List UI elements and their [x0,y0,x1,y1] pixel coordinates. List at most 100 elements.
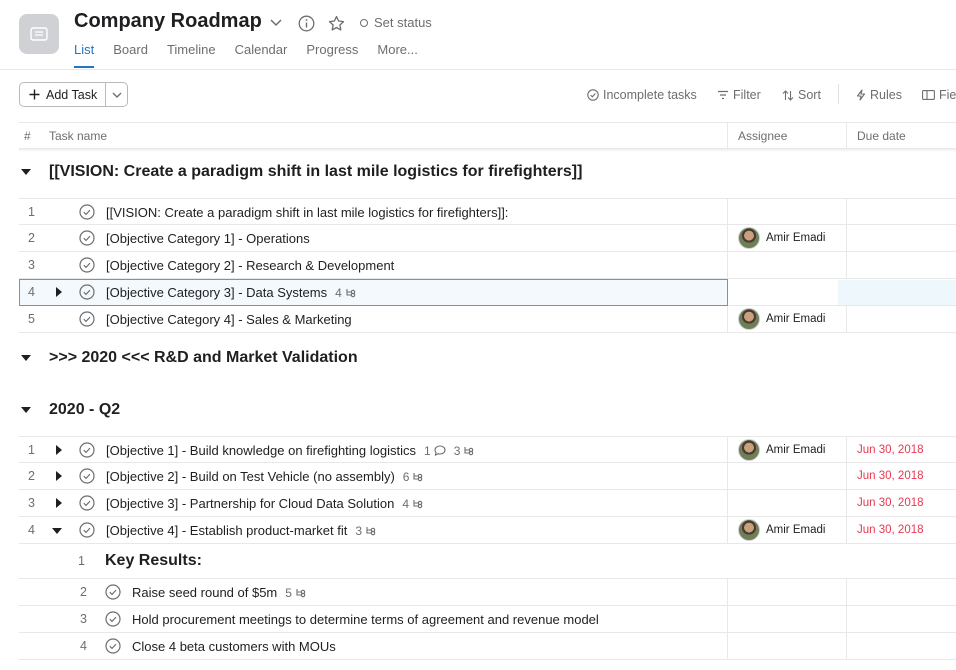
due-date[interactable]: Jun 30, 2018 [857,524,924,536]
section-header[interactable]: [[VISION: Create a paradigm shift in las… [19,163,582,181]
set-status-button[interactable]: Set status [360,15,432,30]
column-task-name[interactable]: Task name [49,129,107,143]
add-task-button[interactable]: Add Task [20,83,107,106]
task-row[interactable]: 5 [Objective Category 4] - Sales & Marke… [19,306,956,333]
info-icon[interactable] [297,14,315,32]
subtask-count[interactable]: 4 [335,286,357,300]
complete-check-icon[interactable] [79,442,95,458]
star-icon[interactable] [327,14,345,32]
due-date[interactable]: Jun 30, 2018 [857,444,924,456]
rules-button[interactable]: Rules [856,88,902,102]
chevron-down-icon[interactable] [267,14,285,32]
row-number: 1 [28,443,35,457]
fields-button[interactable]: Fie [922,88,956,102]
complete-check-icon[interactable] [79,284,95,300]
tab-list[interactable]: List [74,42,95,68]
tab-board[interactable]: Board [113,42,148,68]
column-num: # [24,129,31,143]
project-icon[interactable] [19,14,59,54]
due-date[interactable]: Jun 30, 2018 [857,497,924,509]
task-name[interactable]: [Objective 4] - Establish product-market… [106,523,347,538]
section-header[interactable]: 2020 - Q2 [19,401,120,419]
subtask-count[interactable]: 3 [454,444,476,458]
task-name[interactable]: [Objective Category 4] - Sales & Marketi… [106,312,352,327]
complete-check-icon[interactable] [79,522,95,538]
subtask-row[interactable]: 4 Close 4 beta customers with MOUs [19,633,956,660]
task-name[interactable]: [Objective 3] - Partnership for Cloud Da… [106,496,394,511]
complete-check-icon[interactable] [79,468,95,484]
assignee-cell[interactable]: Amir Emadi [738,519,825,541]
section-header[interactable]: >>> 2020 <<< R&D and Market Validation [19,349,358,367]
expand-triangle-icon[interactable] [54,445,64,455]
subtask-row[interactable]: 1 Key Results: [19,544,956,579]
collapse-triangle-icon[interactable] [19,168,49,176]
task-name[interactable]: [Objective 1] - Build knowledge on firef… [106,443,416,458]
task-row[interactable]: 3 [Objective Category 2] - Research & De… [19,252,956,279]
filter-button[interactable]: Filter [717,88,761,102]
task-row[interactable]: 1 [[VISION: Create a paradigm shift in l… [19,198,956,226]
task-name-wrap: [Objective 2] - Build on Test Vehicle (n… [106,469,424,484]
column-assignee[interactable]: Assignee [738,129,787,143]
incomplete-tasks-label: Incomplete tasks [603,88,697,102]
subtask-name[interactable]: Key Results: [105,552,202,570]
subtask-name[interactable]: Close 4 beta customers with MOUs [132,639,336,654]
tab-calendar[interactable]: Calendar [235,42,288,68]
subtask-count[interactable]: 6 [403,470,425,484]
tab-progress[interactable]: Progress [306,42,358,68]
filter-label: Filter [733,88,761,102]
subtask-count[interactable]: 5 [285,586,307,600]
tab-more[interactable]: More... [377,42,417,68]
subtask-count[interactable]: 3 [355,524,377,538]
complete-check-icon[interactable] [105,638,121,654]
row-number: 2 [28,231,35,245]
task-row[interactable]: 2 [Objective 2] - Build on Test Vehicle … [19,463,956,490]
fields-label: Fie [939,88,956,102]
avatar [738,519,760,541]
tab-timeline[interactable]: Timeline [167,42,216,68]
comment-count[interactable]: 1 [424,444,446,458]
subtask-name[interactable]: Hold procurement meetings to determine t… [132,612,599,627]
toolbar-divider [838,84,839,104]
complete-check-icon[interactable] [79,311,95,327]
task-name[interactable]: [Objective 2] - Build on Test Vehicle (n… [106,469,395,484]
filter-icon [718,90,728,100]
task-name[interactable]: [Objective Category 3] - Data Systems [106,285,327,300]
expand-triangle-icon[interactable] [54,498,64,508]
assignee-cell[interactable]: Amir Emadi [738,308,825,330]
sort-button[interactable]: Sort [782,88,821,102]
complete-check-icon[interactable] [79,230,95,246]
expand-triangle-icon[interactable] [54,471,64,481]
task-row[interactable]: 4 [Objective 4] - Establish product-mark… [19,517,956,544]
add-task-dropdown[interactable] [106,83,127,106]
assignee-cell[interactable]: Amir Emadi [738,227,825,249]
assignee-cell[interactable]: Amir Emadi [738,439,825,461]
subtask-row[interactable]: 3 Hold procurement meetings to determine… [19,606,956,633]
collapse-triangle-icon[interactable] [52,526,62,536]
expand-triangle-icon[interactable] [54,287,64,297]
section-title[interactable]: 2020 - Q2 [49,401,120,419]
section-title[interactable]: >>> 2020 <<< R&D and Market Validation [49,349,358,367]
incomplete-tasks-button[interactable]: Incomplete tasks [587,88,697,102]
project-title[interactable]: Company Roadmap [74,10,262,33]
complete-check-icon[interactable] [79,495,95,511]
due-date[interactable]: Jun 30, 2018 [857,470,924,482]
complete-check-icon[interactable] [79,257,95,273]
task-row[interactable]: 1 [Objective 1] - Build knowledge on fir… [19,436,956,464]
task-row[interactable]: 2 [Objective Category 1] - Operations Am… [19,225,956,252]
task-row-selected[interactable]: 4 [Objective Category 3] - Data Systems … [19,279,956,306]
section-title[interactable]: [[VISION: Create a paradigm shift in las… [49,163,582,181]
task-row[interactable]: 3 [Objective 3] - Partnership for Cloud … [19,490,956,517]
subtask-count[interactable]: 4 [402,497,424,511]
collapse-triangle-icon[interactable] [19,354,49,362]
subtask-name[interactable]: Raise seed round of $5m [132,585,277,600]
subtask-count-value: 5 [285,585,292,600]
task-name[interactable]: [Objective Category 1] - Operations [106,231,310,246]
complete-check-icon[interactable] [105,584,121,600]
collapse-triangle-icon[interactable] [19,406,49,414]
complete-check-icon[interactable] [79,204,95,220]
subtask-row[interactable]: 2 Raise seed round of $5m 5 [19,579,956,606]
task-name[interactable]: [[VISION: Create a paradigm shift in las… [106,205,508,220]
column-due-date[interactable]: Due date [857,129,906,143]
complete-check-icon[interactable] [105,611,121,627]
task-name[interactable]: [Objective Category 2] - Research & Deve… [106,258,394,273]
